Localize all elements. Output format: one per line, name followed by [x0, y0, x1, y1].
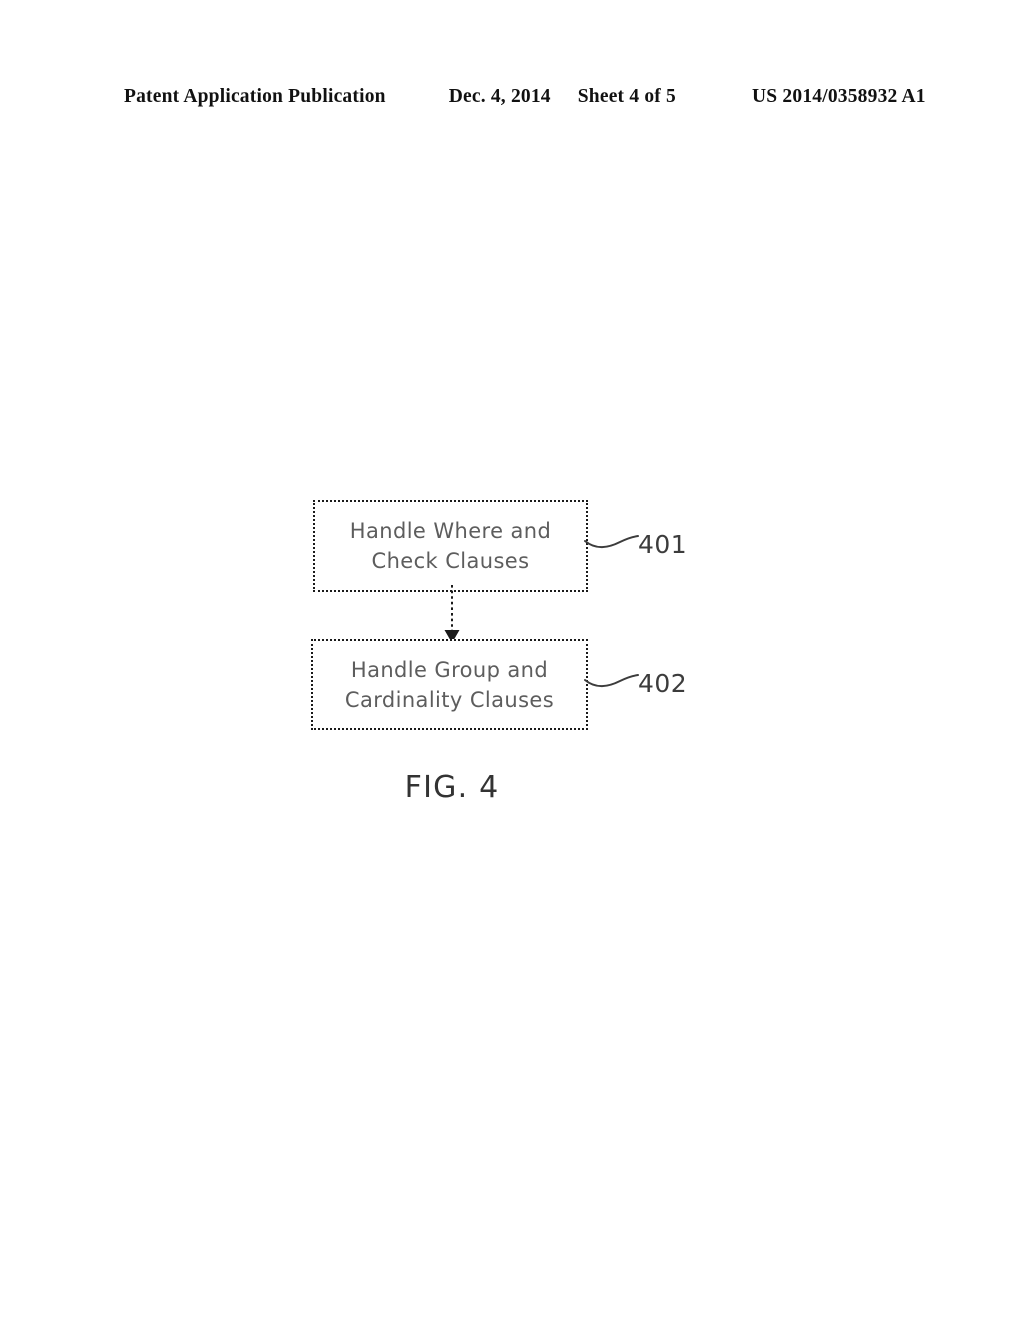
flowchart-step-401-line-2: Check Clauses — [371, 549, 530, 573]
leader-curve-401 — [584, 535, 639, 549]
patent-page: Patent Application Publication Dec. 4, 2… — [0, 0, 1024, 1320]
reference-numeral-402: 402 — [638, 669, 688, 698]
reference-numeral-401: 401 — [638, 530, 688, 559]
flowchart-step-402-line-2: Cardinality Clauses — [344, 687, 555, 712]
flowchart-step-401: Handle Where and Check Clauses — [313, 500, 588, 592]
flowchart-connector-arrow — [444, 585, 460, 643]
figure-4-flowchart: Handle Where and Check Clauses Handle Gr… — [0, 0, 1024, 1320]
flowchart-step-401-line-1: Handle Where and — [349, 519, 552, 543]
flowchart-step-402: Handle Group and Cardinality Clauses — [311, 639, 588, 730]
figure-caption: FIG. 4 — [0, 770, 1024, 806]
flowchart-step-402-line-1: Handle Group and — [350, 657, 549, 682]
leader-curve-402 — [584, 674, 639, 688]
figure-caption-text: FIG. 4 — [404, 770, 500, 805]
